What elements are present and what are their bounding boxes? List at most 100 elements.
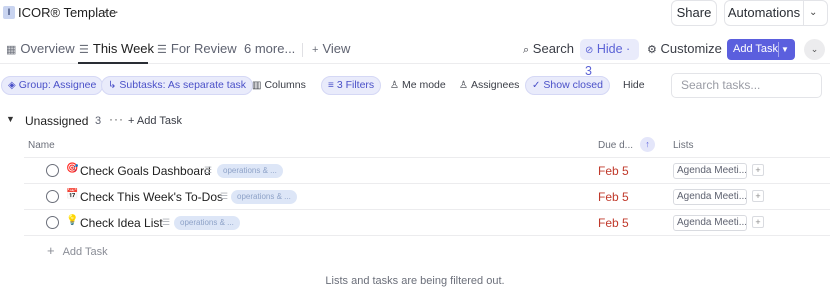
table-row[interactable]: 💡 Check Idea List ☰ operations & ... Feb… <box>24 210 830 236</box>
app-icon: I <box>3 6 15 19</box>
tab-for-review[interactable]: ☰ For Review <box>157 41 237 56</box>
chevron-down-icon[interactable]: ⌄ <box>809 1 817 25</box>
add-task-label: Add Task <box>136 115 182 127</box>
chevron-down-icon[interactable]: ▼ <box>781 39 789 60</box>
share-button[interactable]: Share <box>671 0 717 26</box>
chip-label: Group: Assignee <box>18 79 97 91</box>
collapse-chevron-icon[interactable]: ⌄ <box>804 39 825 60</box>
plus-icon[interactable]: + <box>752 190 764 202</box>
search-label: Search <box>532 41 574 56</box>
task-emoji: 💡 <box>66 215 79 226</box>
task-name[interactable]: Check Goals Dashboard <box>80 164 211 178</box>
add-task-row[interactable]: + Add Task <box>47 243 108 258</box>
tab-overview[interactable]: ▦ Overview <box>6 41 75 56</box>
plus-icon[interactable]: + <box>752 216 764 228</box>
column-name-header[interactable]: Name <box>28 140 55 151</box>
due-date[interactable]: Feb 5 <box>598 216 629 230</box>
caret-down-icon[interactable]: ▼ <box>6 114 15 124</box>
table-row[interactable]: 🎯 Check Goals Dashboard ☰ operations & .… <box>24 158 830 184</box>
list-chip[interactable]: Agenda Meeti... <box>673 189 747 205</box>
add-task-button[interactable]: Add Task ▼ <box>727 39 795 60</box>
title-bar: I ICOR® Template ··· Share Automations ⌄ <box>0 0 830 28</box>
check-circle-icon: ✓ <box>532 80 541 91</box>
plus-icon: + <box>312 44 319 56</box>
task-name[interactable]: Check Idea List <box>80 216 163 230</box>
tag[interactable]: operations & ... <box>174 216 240 230</box>
tab-more-views[interactable]: 6 more... <box>244 41 295 56</box>
divider <box>803 1 804 25</box>
description-icon: ☰ <box>204 165 213 175</box>
chip-label: Subtasks: As separate task <box>119 79 247 91</box>
group-name: Unassigned <box>25 114 89 128</box>
due-date[interactable]: Feb 5 <box>598 164 629 178</box>
me-mode-button[interactable]: ♙ Me mode <box>384 76 452 95</box>
task-emoji: 🎯 <box>66 163 79 174</box>
task-name[interactable]: Check This Week's To-Dos <box>80 190 223 204</box>
tag[interactable]: operations & ... <box>231 190 297 204</box>
search-tasks-input[interactable]: Search tasks... <box>671 73 822 98</box>
tab-this-week[interactable]: ☰ This Week <box>79 41 154 56</box>
plus-icon[interactable]: + <box>752 164 764 176</box>
group-header: ▼ Unassigned 3 ··· + Add Task <box>0 112 830 132</box>
subtask-icon: ↳ <box>108 80 117 91</box>
filter-icon: ≡ <box>328 80 334 91</box>
add-task-label: Add Task <box>62 246 108 258</box>
chip-label: Me mode <box>401 79 446 91</box>
group-count: 3 <box>95 115 102 127</box>
status-circle-icon[interactable] <box>46 190 59 203</box>
layers-icon: ◈ <box>8 80 16 91</box>
plus-icon: + <box>128 115 135 127</box>
filters-chip[interactable]: ≡ 3 Filters <box>321 76 382 95</box>
status-circle-icon[interactable] <box>46 216 59 229</box>
hide-filter-button[interactable]: Hide <box>617 76 651 95</box>
chip-label: 3 Filters <box>336 79 375 91</box>
divider <box>778 42 779 57</box>
list-chip[interactable]: Agenda Meeti... <box>673 215 747 231</box>
more-options-icon[interactable]: ··· <box>109 112 124 126</box>
column-lists-header[interactable]: Lists <box>673 140 694 151</box>
subtasks-chip[interactable]: ↳ Subtasks: As separate task <box>101 76 254 95</box>
group-add-task-button[interactable]: + Add Task <box>128 115 182 127</box>
filtered-notice: Lists and tasks are being filtered out. <box>325 275 505 287</box>
customize-button[interactable]: ⚙ Customize <box>647 41 722 56</box>
list-icon: ☰ <box>157 44 167 56</box>
group-by-chip[interactable]: ◈ Group: Assignee <box>1 76 104 95</box>
gear-icon: ⚙ <box>647 44 657 56</box>
automations-button[interactable]: Automations ⌄ <box>724 0 828 26</box>
list-icon: ☰ <box>79 44 89 56</box>
hide-icon: ⊘ <box>585 45 594 56</box>
automations-label: Automations <box>727 5 801 20</box>
chip-label: Hide <box>623 79 645 91</box>
more-options-icon[interactable]: ··· <box>103 3 120 19</box>
columns-icon: ▥ <box>252 80 262 91</box>
list-chip[interactable]: Agenda Meeti... <box>673 163 747 179</box>
chip-label: Columns <box>264 79 306 91</box>
view-bar: ▦ Overview ☰ This Week ☰ For Review 6 more.… <box>0 34 830 78</box>
overview-icon: ▦ <box>6 44 17 56</box>
tag[interactable]: operations & ... <box>217 164 283 178</box>
assignees-button[interactable]: ♙ Assignees <box>453 76 525 95</box>
page-title[interactable]: ICOR® Template <box>18 5 116 20</box>
search-button[interactable]: ⌕ Search <box>523 41 574 57</box>
description-icon: ☰ <box>220 191 229 201</box>
show-closed-chip[interactable]: ✓ Show closed <box>525 76 610 95</box>
column-due-header[interactable]: Due d... <box>598 140 633 151</box>
active-tab-indicator <box>78 62 148 64</box>
person-icon: ♙ <box>390 80 399 91</box>
status-circle-icon[interactable] <box>46 164 59 177</box>
add-task-label: Add Task <box>733 43 779 55</box>
columns-button[interactable]: ▥ Columns <box>246 76 312 95</box>
divider <box>302 43 303 57</box>
column-header: Name Due d... ↑ Lists <box>24 136 830 158</box>
add-view-button[interactable]: + View <box>312 41 350 56</box>
due-date[interactable]: Feb 5 <box>598 190 629 204</box>
sort-arrow-up-icon[interactable]: ↑ <box>640 137 655 152</box>
hide-button[interactable]: ⊘ Hide · 3 <box>580 39 639 78</box>
task-emoji: 📅 <box>66 189 79 200</box>
search-icon: ⌕ <box>523 44 530 56</box>
tab-label: 6 more... <box>244 41 296 56</box>
table-row[interactable]: 📅 Check This Week's To-Dos ☰ operations … <box>24 184 830 210</box>
chip-label: Show closed <box>543 79 603 91</box>
description-icon: ☰ <box>162 217 171 227</box>
people-icon: ♙ <box>459 80 468 91</box>
